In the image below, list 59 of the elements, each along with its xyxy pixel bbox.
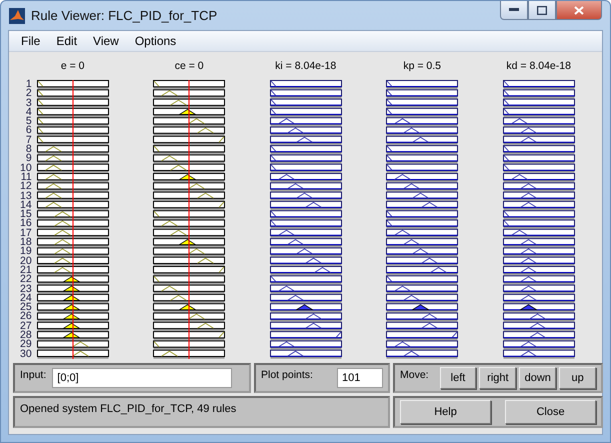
- move-label: Move:: [400, 369, 429, 381]
- rule-number: 17: [20, 228, 32, 238]
- rule-number: 22: [20, 275, 32, 285]
- rule-number: 24: [20, 294, 32, 304]
- rule-number: 6: [24, 126, 32, 136]
- window-title: Rule Viewer: FLC_PID_for_TCP: [31, 8, 218, 23]
- rule-number: 29: [20, 340, 32, 350]
- minimize-button[interactable]: [500, 1, 528, 20]
- rule-number: 11: [20, 172, 32, 182]
- close-icon: [574, 6, 584, 14]
- rule-number: 5: [24, 117, 32, 126]
- move-button[interactable]: left: [440, 367, 476, 389]
- minimize-icon: [509, 8, 519, 12]
- rule-number: 26: [20, 312, 32, 322]
- rule-number: 8: [24, 145, 32, 154]
- rule-number: 1: [24, 80, 32, 90]
- rule-number: 20: [20, 256, 32, 266]
- rule-number: 9: [26, 154, 32, 164]
- input-field[interactable]: [0;0]: [52, 368, 232, 388]
- rule-number: 27: [20, 322, 32, 332]
- rule-number: 12: [20, 182, 32, 192]
- close-button[interactable]: [556, 1, 602, 20]
- rule-number: 21: [20, 266, 32, 276]
- plot-points-label: Plot points:: [261, 369, 313, 381]
- rule-number: 18: [20, 238, 32, 248]
- maximize-button[interactable]: [528, 1, 556, 20]
- rule-number: 30: [20, 350, 32, 359]
- input-label: Input:: [20, 369, 46, 381]
- maximize-icon: [537, 6, 547, 14]
- variable-header: e = 0: [60, 60, 85, 74]
- status-message: Opened system FLC_PID_for_TCP, 49 rules: [20, 403, 236, 415]
- rule-number: 15: [20, 210, 32, 220]
- rule-number: 13: [20, 192, 32, 201]
- rule-number: 10: [20, 164, 32, 173]
- rule-number: 7: [24, 136, 32, 146]
- menu-item[interactable]: Edit: [48, 34, 86, 48]
- rule-number: 25: [20, 303, 32, 312]
- menu-item[interactable]: File: [13, 34, 48, 48]
- rule-number: 19: [20, 247, 32, 257]
- variable-header: ki = 8.04e-18: [275, 60, 336, 74]
- peak-logo-icon: [9, 8, 25, 24]
- rule-number: 3: [24, 98, 32, 108]
- move-button[interactable]: right: [479, 367, 516, 389]
- rule-number: 16: [20, 219, 32, 229]
- rule-number: 23: [20, 284, 32, 294]
- rule-number: 28: [20, 331, 32, 340]
- close-dialog-button[interactable]: Close: [505, 400, 596, 424]
- menu-item[interactable]: Options: [126, 34, 184, 48]
- help-button[interactable]: Help: [400, 400, 491, 424]
- variable-header: ce = 0: [174, 60, 204, 74]
- variable-header: kd = 8.04e-18: [506, 60, 571, 74]
- move-button[interactable]: up: [559, 367, 596, 389]
- move-button[interactable]: down: [519, 367, 556, 389]
- rule-number: 2: [24, 89, 32, 99]
- menu-item[interactable]: View: [85, 34, 127, 48]
- variable-header: kp = 0.5: [403, 60, 442, 74]
- rule-number: 4: [24, 108, 32, 118]
- plot-points-field[interactable]: 101: [337, 368, 383, 388]
- rule-number: 14: [20, 200, 32, 210]
